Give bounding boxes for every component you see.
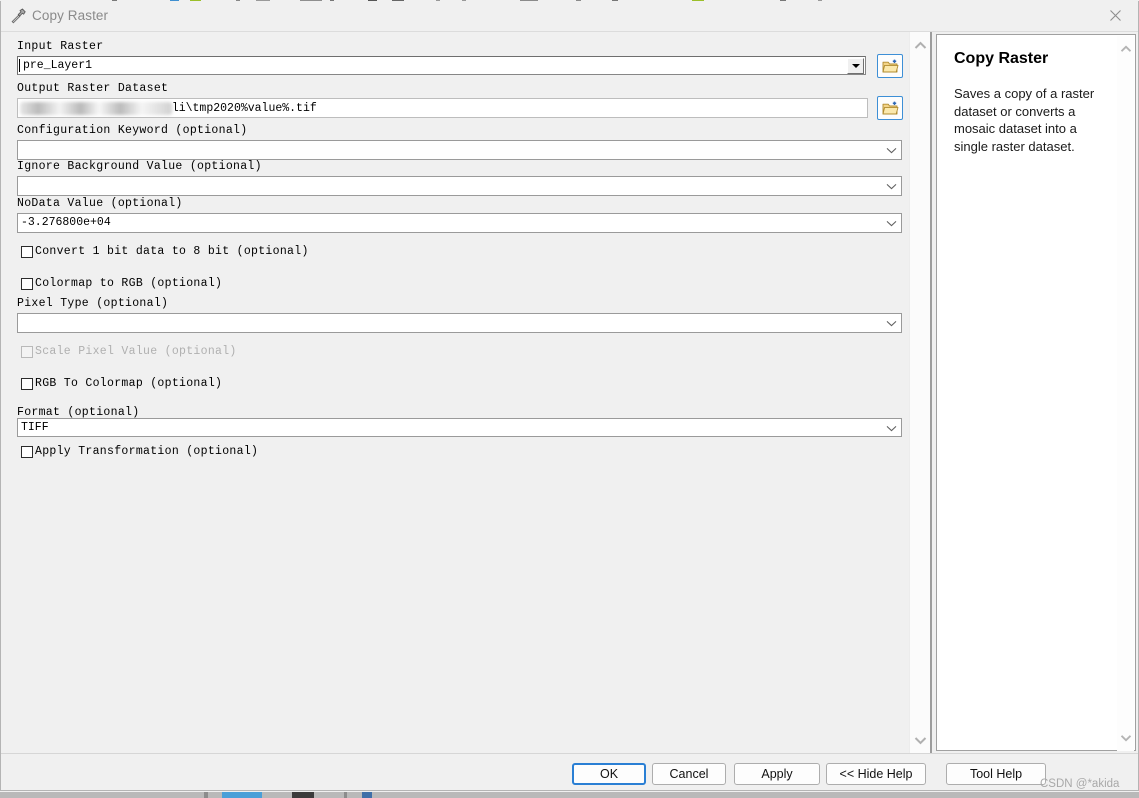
chevron-down-icon[interactable] — [847, 58, 864, 74]
help-description: Saves a copy of a raster dataset or conv… — [954, 86, 1095, 154]
nodata-value-value: -3.276800e+04 — [21, 216, 111, 229]
tool-help-button[interactable]: Tool Help — [946, 763, 1046, 785]
chevron-down-icon[interactable] — [886, 177, 897, 195]
help-title: Copy Raster — [954, 50, 1049, 67]
input-raster-value: pre_Layer1 — [23, 59, 93, 72]
pixel-type-combobox[interactable] — [17, 313, 902, 333]
checkbox-apply-transformation[interactable]: Apply Transformation (optional) — [21, 445, 258, 458]
dialog-footer: OK Cancel Apply << Hide Help Tool Help — [1, 753, 1138, 790]
chevron-down-icon[interactable] — [886, 141, 897, 159]
chevron-down-icon[interactable] — [886, 214, 897, 232]
checkbox-convert-1bit-to-8bit[interactable]: Convert 1 bit data to 8 bit (optional) — [21, 245, 309, 258]
chevron-up-icon[interactable] — [1117, 38, 1134, 60]
checkbox-label: RGB To Colormap (optional) — [35, 377, 223, 390]
label-input-raster: Input Raster — [17, 40, 104, 53]
dialog-body: Input Raster pre_Layer1 Output Raster Da… — [1, 32, 1138, 753]
chevron-down-icon[interactable] — [886, 419, 897, 437]
output-raster-dataset-browse-button[interactable] — [877, 96, 903, 120]
parameters-form: Input Raster pre_Layer1 Output Raster Da… — [1, 32, 909, 753]
ignore-background-value-combobox[interactable] — [17, 176, 902, 196]
form-vertical-scrollbar[interactable] — [909, 32, 931, 753]
label-output-raster-dataset: Output Raster Dataset — [17, 82, 169, 95]
apply-button[interactable]: Apply — [734, 763, 820, 785]
nodata-value-combobox[interactable]: -3.276800e+04 — [17, 213, 902, 233]
folder-browse-icon — [882, 59, 898, 72]
dialog-title: Copy Raster — [32, 8, 109, 23]
input-raster-browse-button[interactable] — [877, 54, 903, 78]
text-caret — [19, 59, 20, 72]
checkbox-label: Scale Pixel Value (optional) — [35, 345, 237, 358]
chevron-down-icon[interactable] — [910, 729, 931, 751]
checkbox-rgb-to-colormap[interactable]: RGB To Colormap (optional) — [21, 377, 222, 390]
folder-browse-icon — [882, 101, 898, 114]
checkbox-label: Colormap to RGB (optional) — [35, 277, 223, 290]
label-ignore-background-value: Ignore Background Value (optional) — [17, 160, 262, 173]
output-path-visible: li\tmp2020%value%.tif — [171, 102, 317, 115]
panel-divider — [930, 32, 932, 753]
checkbox-box[interactable] — [21, 377, 33, 390]
label-nodata-value: NoData Value (optional) — [17, 197, 183, 210]
label-configuration-keyword: Configuration Keyword (optional) — [17, 124, 248, 137]
help-panel: Copy Raster Saves a copy of a raster dat… — [936, 34, 1136, 751]
chevron-up-icon[interactable] — [910, 34, 931, 56]
checkbox-box[interactable] — [21, 277, 33, 290]
help-vertical-scrollbar[interactable] — [1117, 36, 1134, 751]
configuration-keyword-combobox[interactable] — [17, 140, 902, 160]
ok-button[interactable]: OK — [572, 763, 646, 785]
input-raster-combobox[interactable]: pre_Layer1 — [17, 56, 866, 75]
checkbox-label: Apply Transformation (optional) — [35, 445, 259, 458]
copy-raster-dialog: Copy Raster Input Raster pre_Layer1 Outp… — [0, 1, 1139, 791]
chevron-down-icon[interactable] — [886, 314, 897, 332]
checkbox-box[interactable] — [21, 445, 33, 458]
output-path-redacted: D:\Folder\path\2020\ab — [20, 102, 172, 115]
checkbox-box — [21, 345, 33, 358]
checkbox-colormap-to-rgb[interactable]: Colormap to RGB (optional) — [21, 277, 222, 290]
hammer-tool-icon — [9, 7, 27, 25]
checkbox-label: Convert 1 bit data to 8 bit (optional) — [35, 245, 309, 258]
close-icon[interactable] — [1092, 1, 1138, 30]
dialog-titlebar[interactable]: Copy Raster — [1, 1, 1138, 32]
watermark: CSDN @*akida — [1040, 778, 1120, 790]
format-combobox[interactable]: TIFF — [17, 418, 902, 437]
chevron-down-icon[interactable] — [1117, 727, 1134, 749]
output-raster-dataset-value: D:\Folder\path\2020\abli\tmp2020%value%.… — [20, 102, 317, 115]
cancel-button[interactable]: Cancel — [652, 763, 726, 785]
format-value: TIFF — [21, 421, 49, 434]
hide-help-button[interactable]: << Hide Help — [826, 763, 926, 785]
checkbox-box[interactable] — [21, 245, 33, 258]
checkbox-scale-pixel-value: Scale Pixel Value (optional) — [21, 345, 237, 358]
label-pixel-type: Pixel Type (optional) — [17, 297, 169, 310]
